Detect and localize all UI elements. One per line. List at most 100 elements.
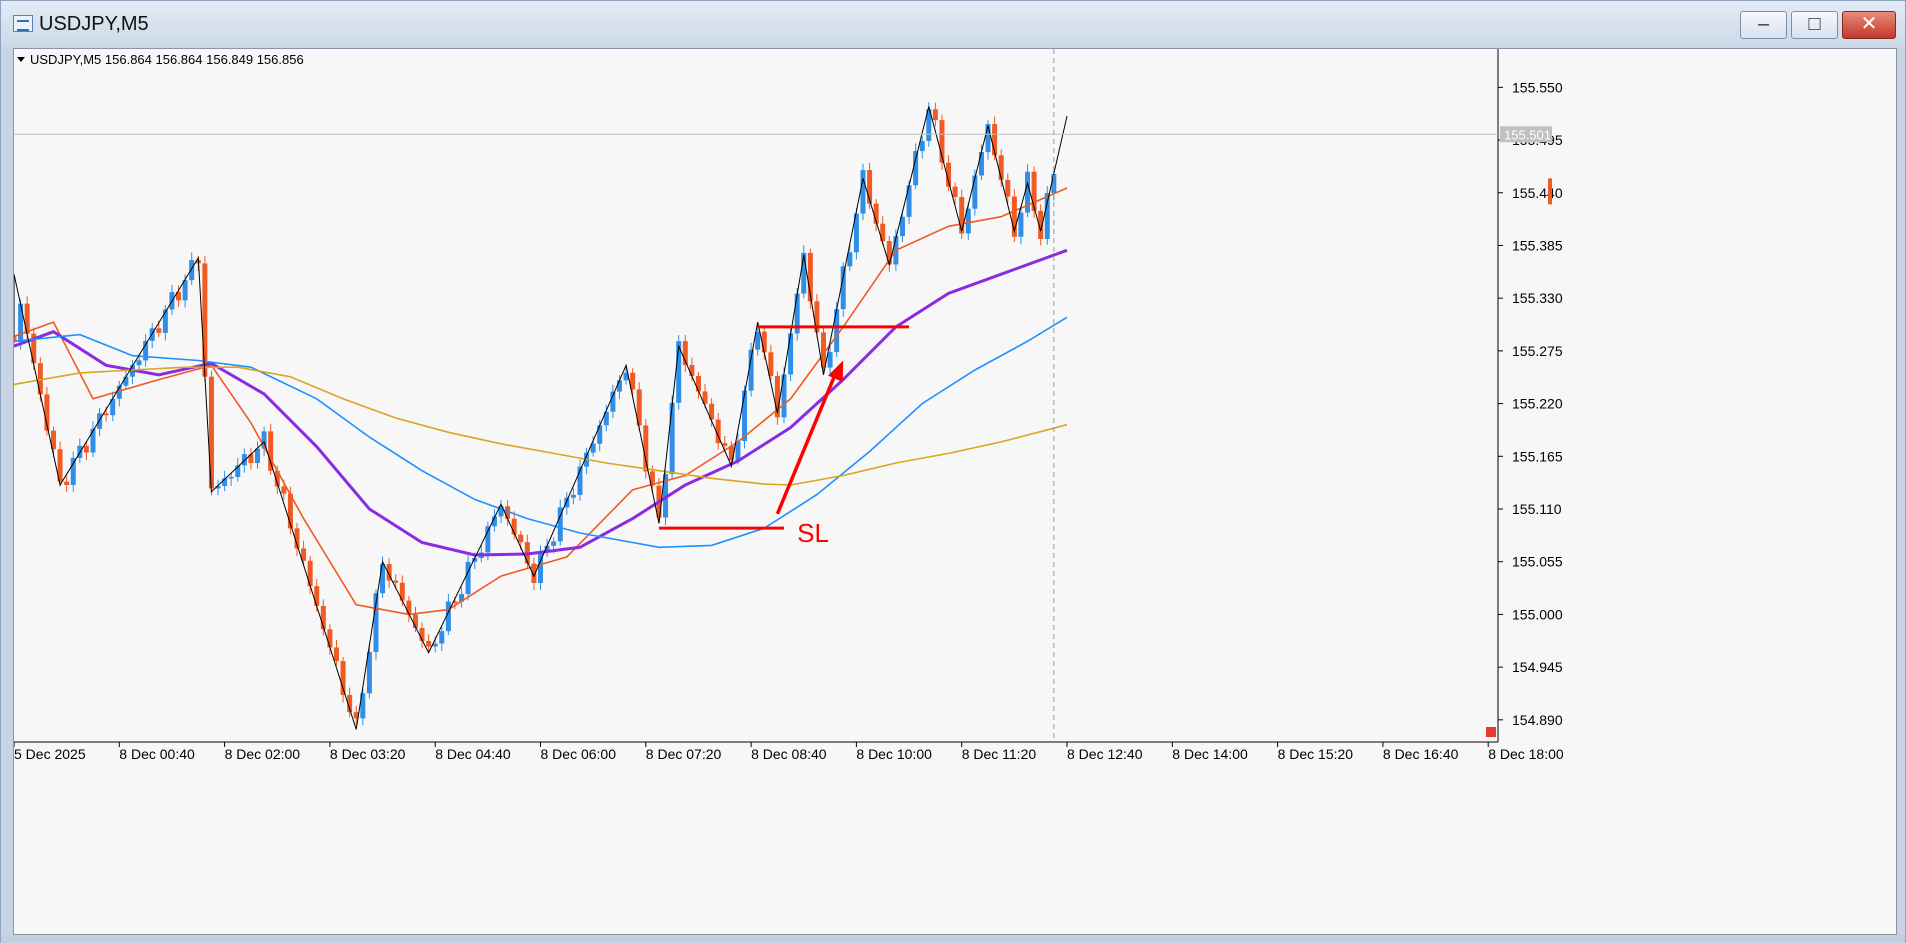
time-tick-label: 8 Dec 08:40 — [751, 746, 827, 762]
candle-body — [616, 380, 622, 392]
time-tick-label: 8 Dec 16:40 — [1383, 746, 1459, 762]
candle-body — [432, 643, 438, 647]
candle-body — [64, 481, 70, 485]
bottom-strip — [1, 935, 1905, 943]
candle-body — [669, 402, 675, 475]
candle-body — [380, 564, 386, 594]
price-tick-label: 155.110 — [1512, 501, 1562, 517]
time-tick-label: 8 Dec 12:40 — [1067, 746, 1143, 762]
candle-body — [1031, 171, 1037, 211]
price-tick-label: 155.000 — [1512, 606, 1563, 622]
candle-body — [255, 448, 261, 464]
candle-body — [906, 185, 912, 217]
candle-body — [597, 425, 603, 444]
symbol-info-line: USDJPY,M5 156.864 156.864 156.849 156.85… — [30, 52, 304, 67]
candle-body — [570, 494, 576, 498]
current-price-label: 155.501 — [1504, 127, 1551, 142]
time-tick-label: 8 Dec 03:20 — [330, 746, 406, 762]
candle-body — [695, 376, 701, 392]
time-tick-label: 8 Dec 04:40 — [435, 746, 511, 762]
chart-window: USDJPY,M5 – □ ✕ 155.550155.495155.440155… — [0, 0, 1906, 943]
candle-body — [307, 560, 313, 587]
candle-body — [1044, 193, 1050, 239]
candle-body — [314, 586, 320, 606]
price-tick-label: 155.550 — [1512, 79, 1563, 95]
close-button[interactable]: ✕ — [1842, 11, 1896, 39]
price-tick-label: 154.945 — [1512, 659, 1563, 675]
candle-body — [18, 303, 24, 343]
candle-body — [985, 124, 991, 153]
candle-body — [1018, 212, 1024, 237]
candle-body — [952, 186, 958, 198]
candle-body — [103, 413, 109, 416]
candle-body — [722, 443, 728, 446]
candle-body — [83, 445, 89, 453]
last-bar-marker — [1548, 178, 1552, 205]
moving-average-line — [13, 316, 1068, 549]
candle-body — [241, 454, 247, 466]
candle-body — [788, 333, 794, 375]
candle-body — [801, 252, 807, 294]
candle-body — [998, 155, 1004, 180]
time-tick-label: 8 Dec 00:40 — [119, 746, 195, 762]
candle-body — [932, 109, 938, 121]
time-tick-label: 8 Dec 06:00 — [541, 746, 617, 762]
candle-body — [327, 629, 333, 648]
time-tick-label: 8 Dec 14:00 — [1172, 746, 1248, 762]
candle-body — [834, 309, 840, 353]
price-tick-label: 154.890 — [1512, 712, 1563, 728]
candle-body — [393, 580, 399, 583]
price-tick-label: 155.165 — [1512, 448, 1563, 464]
candle-body — [228, 476, 234, 479]
time-tick-label: 8 Dec 10:00 — [856, 746, 932, 762]
candle-body — [406, 600, 412, 615]
candle-body — [551, 541, 557, 546]
autoscroll-marker — [1486, 727, 1496, 737]
price-chart[interactable]: 155.550155.495155.440155.385155.330155.2… — [11, 49, 1896, 934]
candle-body — [518, 534, 524, 543]
title-bar[interactable]: USDJPY,M5 – □ ✕ — [1, 1, 1905, 47]
price-tick-label: 155.055 — [1512, 554, 1563, 570]
candle-body — [189, 260, 195, 281]
candle-body — [742, 390, 748, 442]
candle-body — [24, 303, 30, 334]
candle-body — [333, 647, 339, 662]
window-title: USDJPY,M5 — [39, 13, 149, 35]
moving-average-line — [13, 366, 1068, 486]
candle-body — [439, 631, 445, 644]
price-tick-label: 155.385 — [1512, 237, 1563, 253]
time-tick-label: 8 Dec 11:20 — [962, 746, 1037, 762]
sl-annotation: SL — [797, 518, 829, 548]
candle-body — [136, 360, 142, 366]
price-tick-label: 155.220 — [1512, 396, 1563, 412]
candle-body — [643, 425, 649, 472]
candle-body — [689, 365, 695, 377]
candle-body — [959, 197, 965, 234]
time-tick-label: 8 Dec 07:20 — [646, 746, 722, 762]
candle-body — [827, 352, 833, 368]
candle-body — [123, 376, 129, 386]
info-dropdown-icon[interactable] — [17, 57, 25, 62]
minimize-button[interactable]: – — [1740, 11, 1787, 39]
maximize-button[interactable]: □ — [1791, 11, 1838, 39]
time-tick-label: 5 Dec 2025 — [14, 746, 86, 762]
candle-body — [1005, 179, 1011, 197]
price-tick-label: 155.275 — [1512, 343, 1563, 359]
price-tick-label: 155.330 — [1512, 290, 1563, 306]
price-tick-label: 155.440 — [1512, 185, 1563, 201]
time-tick-label: 8 Dec 18:00 — [1488, 746, 1564, 762]
candle-body — [156, 328, 162, 333]
candle-body — [208, 376, 214, 489]
candle-body — [90, 428, 96, 453]
candle-body — [465, 561, 471, 595]
candle-body — [919, 140, 925, 152]
candle-body — [162, 309, 168, 333]
candle-body — [202, 263, 208, 377]
candle-body — [281, 486, 287, 494]
candle-body — [860, 170, 866, 214]
candle-body — [268, 431, 274, 471]
candle-body — [972, 175, 978, 209]
candle-body — [781, 374, 787, 418]
time-tick-label: 8 Dec 15:20 — [1278, 746, 1354, 762]
chart-area[interactable]: 155.550155.495155.440155.385155.330155.2… — [11, 48, 1897, 935]
